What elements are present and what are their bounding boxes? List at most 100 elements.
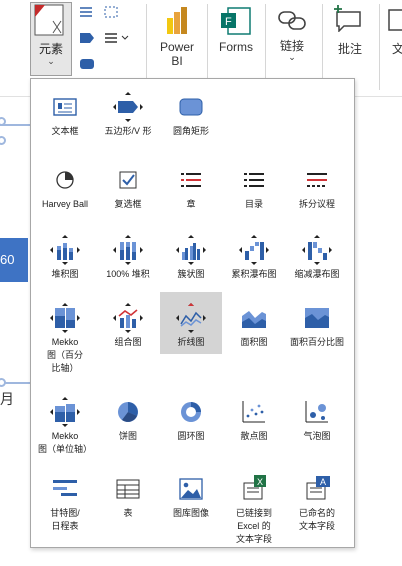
gallery-item-textbox[interactable]: 文本框	[34, 81, 96, 149]
gallery-item-label: 拆分议程	[298, 199, 335, 209]
bullet-list-icon[interactable]	[104, 32, 130, 44]
slide-month-text: 月	[0, 391, 14, 407]
gallery-item-named-text-field[interactable]: A 已命名的 文本字段	[286, 463, 348, 531]
chapter-icon	[175, 164, 207, 201]
slide-handle[interactable]	[0, 136, 6, 145]
clustered-chart-icon	[175, 234, 207, 271]
table-of-contents-icon	[238, 164, 270, 201]
bubble-chart-icon	[301, 396, 333, 433]
list-lines-icon[interactable]	[79, 6, 93, 18]
gallery-item-pie-chart[interactable]: 饼图	[97, 386, 159, 454]
gallery-item-label: 圆角矩形	[172, 126, 209, 136]
gallery-item-label: 已链接到 Excel 的 文本字段	[235, 508, 272, 544]
gallery-item-table-of-contents[interactable]: 目录	[223, 154, 285, 222]
elements-button[interactable]: 元素 ⌄	[30, 2, 72, 76]
svg-text:F: F	[225, 16, 232, 28]
forms-icon[interactable]: F	[220, 6, 252, 36]
ribbon-separator	[379, 4, 380, 90]
gallery-item-scatter-chart[interactable]: 散点图	[223, 386, 285, 454]
gallery-item-label: 表	[123, 508, 133, 518]
gallery-item-cumulative-waterfall[interactable]: 累积瀑布图	[223, 224, 285, 292]
slide-value-box: 60	[0, 238, 28, 282]
chevron-down-icon[interactable]: ⌄	[270, 52, 314, 63]
gallery-item-pentagon-chevron[interactable]: 五边形/V 形	[97, 81, 159, 149]
combo-chart-icon	[112, 302, 144, 339]
mekko-percent-icon	[49, 302, 81, 339]
gallery-item-label: 复选框	[114, 199, 142, 209]
rounded-rect-small-icon[interactable]	[79, 58, 95, 70]
doughnut-chart-icon	[175, 396, 207, 433]
partial-icon[interactable]	[388, 8, 402, 32]
scatter-chart-icon	[238, 396, 270, 433]
comment-icon[interactable]	[334, 4, 364, 32]
gallery-item-rounded-rectangle[interactable]: 圆角矩形	[160, 81, 222, 149]
gallery-item-split-agenda[interactable]: 拆分议程	[286, 154, 348, 222]
gallery-item-doughnut-chart[interactable]: 圆环图	[160, 386, 222, 454]
gallery-item-checkbox[interactable]: 复选框	[97, 154, 159, 222]
gallery-item-combo-chart[interactable]: 组合图	[97, 292, 159, 360]
svg-text:A: A	[320, 477, 326, 487]
stacked-100-chart-icon	[112, 234, 144, 271]
gallery-item-label: 章	[186, 199, 196, 209]
gallery-item-label: 饼图	[118, 431, 137, 441]
gallery-item-table[interactable]: 表	[97, 463, 159, 531]
gallery-item-mekko-percent[interactable]: Mekko 图（百分 比轴）	[34, 292, 96, 373]
gallery-item-label: 五边形/V 形	[104, 126, 152, 136]
gallery-item-area-percent-chart[interactable]: 面积百分比图	[286, 292, 348, 360]
power-bi-icon[interactable]	[165, 6, 189, 36]
elements-gallery: 文本框 五边形/V 形 圆角矩形 Harvey Ball 复选框 章 目录 拆分议程 堆积图…	[30, 78, 355, 548]
chevron-down-icon: ⌄	[47, 56, 55, 66]
area-percent-chart-icon	[301, 302, 333, 339]
gallery-item-mekko-unit[interactable]: Mekko 图（单位轴）	[34, 386, 96, 454]
elements-icon	[34, 4, 64, 36]
gallery-item-line-chart[interactable]: 折线图	[160, 292, 222, 354]
gallery-item-label: 簇状图	[177, 269, 205, 279]
pentagon-chevron-icon	[112, 91, 144, 128]
gallery-item-label: 图库图像	[172, 508, 209, 518]
rounded-rectangle-icon	[175, 91, 207, 128]
gallery-item-area-chart[interactable]: 面积图	[223, 292, 285, 360]
selection-icon[interactable]	[104, 6, 118, 18]
gallery-item-label: 组合图	[114, 337, 142, 347]
slide-handle[interactable]	[0, 378, 6, 387]
gallery-item-stacked-chart[interactable]: 堆积图	[34, 224, 96, 292]
gallery-item-chapter[interactable]: 章	[160, 154, 222, 222]
gallery-item-reduced-waterfall[interactable]: 缩减瀑布图	[286, 224, 348, 292]
gantt-icon	[49, 473, 81, 510]
gallery-item-label: Mekko 图（单位轴）	[37, 431, 92, 454]
link-icon[interactable]	[277, 8, 307, 32]
stacked-chart-icon	[49, 234, 81, 271]
gallery-item-stock-image[interactable]: 图库图像	[160, 463, 222, 531]
gallery-item-label: 堆积图	[51, 269, 79, 279]
split-agenda-icon	[301, 164, 333, 201]
gallery-item-bubble-chart[interactable]: 气泡图	[286, 386, 348, 454]
checkbox-icon	[112, 164, 144, 201]
gallery-item-label: 已命名的 文本字段	[298, 508, 335, 531]
forms-label[interactable]: Forms	[212, 40, 260, 54]
gallery-item-clustered-chart[interactable]: 簇状图	[160, 224, 222, 292]
harvey-ball-icon	[49, 164, 81, 201]
power-bi-label[interactable]: Power BI	[152, 40, 202, 68]
gallery-item-label: 缩减瀑布图	[294, 269, 340, 279]
partial-label[interactable]: 文	[392, 40, 402, 57]
excel-linked-text-icon: X	[238, 473, 270, 510]
gallery-item-label: Mekko 图（百分 比轴）	[46, 337, 83, 373]
gallery-item-label: 目录	[244, 199, 263, 209]
gallery-item-label: 100% 堆积	[106, 269, 150, 279]
table-icon	[112, 473, 144, 510]
line-chart-icon	[175, 302, 207, 339]
reduced-waterfall-icon	[301, 234, 333, 271]
gallery-item-label: 甘特图/ 日程表	[50, 508, 80, 531]
gallery-item-excel-linked-text[interactable]: X 已链接到 Excel 的 文本字段	[223, 463, 285, 544]
pentagon-small-icon[interactable]	[79, 32, 95, 44]
gallery-item-label: 面积图	[240, 337, 268, 347]
gallery-item-stacked-100-chart[interactable]: 100% 堆积	[97, 224, 159, 292]
stock-image-icon	[175, 473, 207, 510]
textbox-icon	[49, 91, 81, 128]
comment-label[interactable]: 批注	[329, 40, 371, 57]
gallery-item-label: 散点图	[240, 431, 268, 441]
gallery-item-harvey-ball[interactable]: Harvey Ball	[34, 154, 96, 222]
gallery-item-label: 气泡图	[303, 431, 331, 441]
gallery-item-gantt[interactable]: 甘特图/ 日程表	[34, 463, 96, 531]
named-text-field-icon: A	[301, 473, 333, 510]
